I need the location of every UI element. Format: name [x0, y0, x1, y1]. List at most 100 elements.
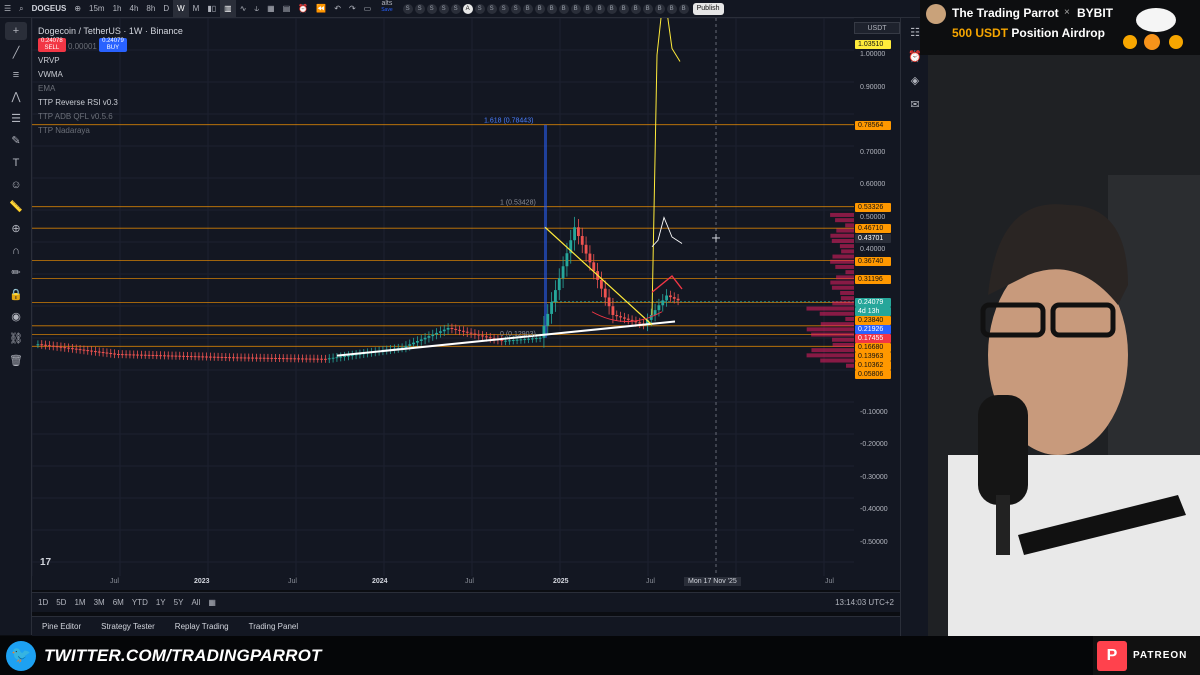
templates-icon[interactable]: ▤	[279, 0, 295, 18]
range-5y[interactable]: 5Y	[174, 598, 184, 607]
redo-icon[interactable]: ↷	[345, 0, 360, 18]
watchlist-shortcut[interactable]: S	[438, 3, 449, 14]
watchlist-shortcut[interactable]: B	[522, 3, 533, 14]
interval-d[interactable]: D	[159, 0, 173, 18]
watchlist-shortcut[interactable]: S	[414, 3, 425, 14]
interval-4h[interactable]: 4h	[126, 0, 143, 18]
watchlist-shortcut[interactable]: B	[594, 3, 605, 14]
price-label: 0.21926	[855, 324, 891, 334]
indicator-reverse-rsi[interactable]: TTP Reverse RSI v0.3	[38, 96, 183, 110]
watchlist-selector[interactable]: alts Save	[375, 0, 398, 18]
undo-icon[interactable]: ↶	[330, 0, 345, 18]
watchlist-shortcut[interactable]: B	[654, 3, 665, 14]
chat-icon[interactable]: ✉	[905, 96, 925, 114]
ruler-icon[interactable]: 📏	[5, 198, 27, 216]
range-6m[interactable]: 6M	[113, 598, 124, 607]
fib-icon[interactable]: ≡	[5, 66, 27, 84]
indicator-vrvp[interactable]: VRVP	[38, 54, 183, 68]
search-icon[interactable]: ⌕	[15, 0, 27, 18]
lock-icon[interactable]: 🔒	[5, 286, 27, 304]
price-tick: -0.10000	[860, 408, 888, 416]
range-ytd[interactable]: YTD	[132, 598, 148, 607]
chart-pane[interactable]: 1.618 (0.78443) 1 (0.53428) 0 (0.12903) 17 …	[32, 18, 854, 578]
price-scale[interactable]: USDT 1.00000 0.90000 0.70000 0.60000 0.50000…	[854, 18, 900, 578]
tab-replay-trading[interactable]: Replay Trading	[175, 622, 229, 631]
watchlist-shortcut[interactable]: S	[402, 3, 413, 14]
bar-style-icon[interactable]: ▥	[220, 0, 236, 18]
brush-icon[interactable]: ✎	[5, 132, 27, 150]
range-1d[interactable]: 1D	[38, 598, 48, 607]
interval-m[interactable]: M	[189, 0, 204, 18]
range-1m[interactable]: 1M	[74, 598, 85, 607]
indicator-adb-qfl[interactable]: TTP ADB QFL v0.5.6	[38, 110, 183, 124]
watchlist-shortcut[interactable]: S	[498, 3, 509, 14]
fullscreen-icon[interactable]: ▭	[360, 0, 376, 18]
watchlist-shortcut[interactable]: B	[666, 3, 677, 14]
interval-15m[interactable]: 15m	[85, 0, 109, 18]
watchlist-shortcut[interactable]: B	[618, 3, 629, 14]
interval-1h[interactable]: 1h	[109, 0, 126, 18]
indicators-icon[interactable]: ⫝	[250, 0, 263, 18]
watchlist-shortcut[interactable]: B	[642, 3, 653, 14]
trendline-icon[interactable]: ╱	[5, 44, 27, 62]
prediction-icon[interactable]: ☰	[5, 110, 27, 128]
replay-icon[interactable]: ⏪	[312, 0, 330, 18]
utc-clock[interactable]: 13:14:03 UTC+2	[835, 598, 894, 607]
interval-8h[interactable]: 8h	[142, 0, 159, 18]
indicator-nadaraya[interactable]: TTP Nadaraya	[38, 124, 183, 138]
indicator-vwma[interactable]: VWMA	[38, 68, 183, 82]
watchlist-shortcut[interactable]: B	[582, 3, 593, 14]
watchlist-shortcut[interactable]: B	[546, 3, 557, 14]
line-chart-icon[interactable]: ∿	[236, 0, 251, 18]
watchlist-shortcut[interactable]: S	[510, 3, 521, 14]
candles-icon[interactable]: ▮▯	[203, 0, 220, 18]
watchlist-shortcut[interactable]: S	[474, 3, 485, 14]
magnet-icon[interactable]: ∩	[5, 242, 27, 260]
indicator-ema[interactable]: EMA	[38, 82, 183, 96]
calendar-icon[interactable]: ▦	[208, 598, 216, 607]
emoji-icon[interactable]: ☺	[5, 176, 27, 194]
currency-selector[interactable]: USDT	[854, 22, 900, 34]
eye-icon[interactable]: ◉	[5, 308, 27, 326]
watchlist-shortcut[interactable]: B	[570, 3, 581, 14]
tab-strategy-tester[interactable]: Strategy Tester	[101, 622, 155, 631]
publish-button[interactable]: Publish	[692, 2, 724, 15]
candle-body	[243, 357, 247, 359]
watchlist-shortcut[interactable]: B	[558, 3, 569, 14]
watchlist-shortcut[interactable]: A	[462, 3, 473, 14]
layers-icon[interactable]: ◈	[905, 72, 925, 90]
add-symbol-icon[interactable]: ⊕	[70, 0, 85, 18]
watchlist-shortcut[interactable]: B	[606, 3, 617, 14]
crosshair-icon[interactable]: +	[5, 22, 27, 40]
watchlist-shortcut[interactable]: B	[630, 3, 641, 14]
price-label: 0.05806	[855, 369, 891, 379]
range-1y[interactable]: 1Y	[156, 598, 166, 607]
trash-icon[interactable]: 🗑	[5, 352, 27, 370]
interval-w[interactable]: W	[173, 0, 189, 18]
time-label: Jul	[465, 578, 474, 585]
zoom-icon[interactable]: ⊕	[5, 220, 27, 238]
watchlist-shortcut[interactable]: B	[678, 3, 689, 14]
sell-button[interactable]: 0.24078 SELL	[38, 38, 66, 52]
candle-body	[297, 358, 300, 360]
pattern-icon[interactable]: ⋀	[5, 88, 27, 106]
stay-drawing-icon[interactable]: ✏	[5, 264, 27, 282]
layout-icon[interactable]: ▦	[263, 0, 279, 18]
watchlist-shortcut[interactable]: S	[486, 3, 497, 14]
time-axis[interactable]: Jul 2023 Jul 2024 Jul 2025 Jul Mon 17 No…	[32, 576, 900, 590]
watchlist-shortcut[interactable]: S	[450, 3, 461, 14]
menu-icon[interactable]: ☰	[0, 0, 15, 18]
watchlist-shortcut[interactable]: S	[426, 3, 437, 14]
watchlist-shortcut[interactable]: B	[534, 3, 545, 14]
symbol-search[interactable]: DOGEUS	[28, 0, 71, 18]
link-icon[interactable]: ⛓	[5, 330, 27, 348]
range-all[interactable]: All	[191, 598, 200, 607]
text-icon[interactable]: T	[5, 154, 27, 172]
buy-button[interactable]: 0.24079 BUY	[99, 38, 127, 52]
social-banner: 🐦 TWITTER.COM/TRADINGPARROT	[0, 636, 1200, 675]
tab-pine-editor[interactable]: Pine Editor	[42, 622, 81, 631]
alert-icon[interactable]: ⏰	[294, 0, 312, 18]
range-5d[interactable]: 5D	[56, 598, 66, 607]
tab-trading-panel[interactable]: Trading Panel	[249, 622, 299, 631]
range-3m[interactable]: 3M	[94, 598, 105, 607]
